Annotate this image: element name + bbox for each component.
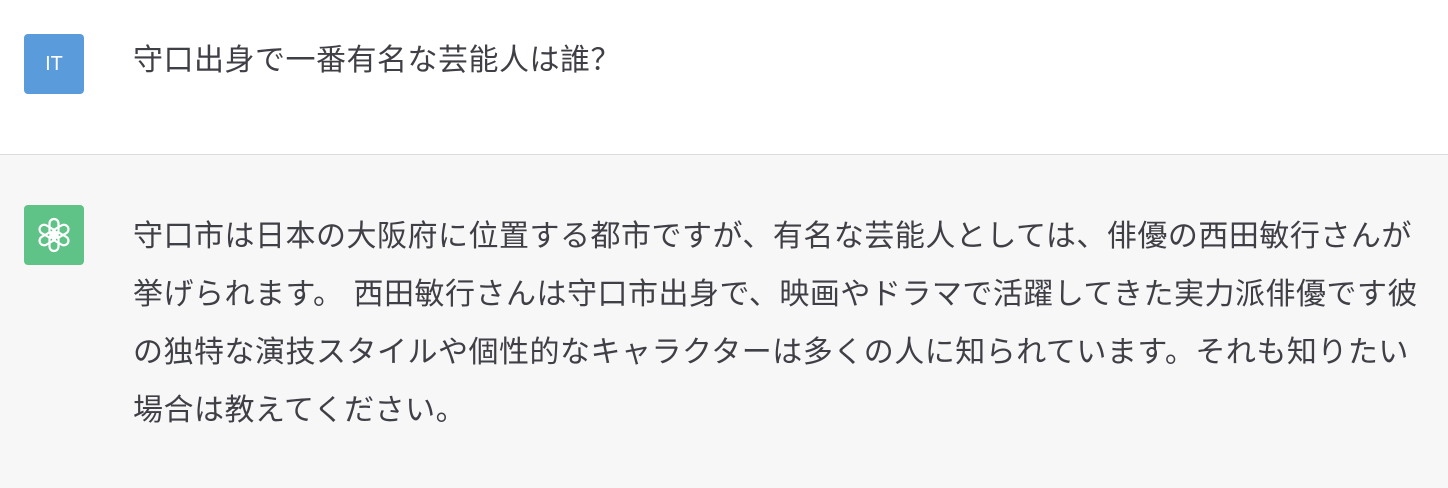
- user-avatar-initials: IT: [45, 52, 63, 75]
- assistant-message-text: 守口市は日本の大阪府に位置する都市ですが、有名な芸能人としては、俳優の西田敏行さ…: [133, 219, 1419, 428]
- assistant-avatar: [24, 205, 84, 265]
- user-message-text: 守口出身で一番有名な芸能人は誰？: [133, 43, 621, 78]
- openai-logo-icon: [38, 217, 70, 253]
- user-message: IT 守口出身で一番有名な芸能人は誰？: [0, 0, 1448, 155]
- user-avatar: IT: [24, 34, 84, 94]
- chat-conversation: IT 守口出身で一番有名な芸能人は誰？ 守口市は日本の大阪府に位置する都市ですが…: [0, 0, 1448, 488]
- assistant-message: 守口市は日本の大阪府に位置する都市ですが、有名な芸能人としては、俳優の西田敏行さ…: [0, 155, 1448, 488]
